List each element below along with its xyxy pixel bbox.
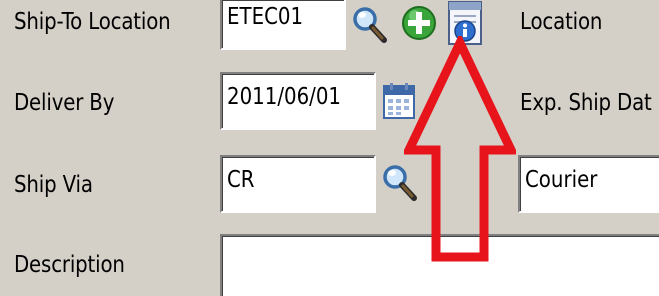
description-label: Description [14, 252, 125, 278]
ship-via-input[interactable]: CR [220, 155, 376, 213]
ship-to-location-input[interactable]: ETEC01 [220, 0, 346, 50]
ship-to-location-label: Ship-To Location [14, 9, 171, 35]
exp-ship-date-label: Exp. Ship Dat [520, 90, 652, 116]
ship-via-label: Ship Via [14, 172, 93, 198]
deliver-by-input[interactable]: 2011/06/01 [220, 72, 376, 130]
deliver-by-value: 2011/06/01 [227, 84, 342, 110]
magnifier-icon[interactable] [350, 4, 390, 46]
annotation-up-arrow [404, 36, 516, 262]
ship-via-description-value: Courier [525, 167, 598, 193]
deliver-by-label: Deliver By [14, 90, 115, 116]
ship-via-description-field[interactable]: Courier [518, 155, 659, 213]
ship-via-value: CR [227, 167, 255, 193]
location-label: Location [520, 9, 603, 35]
ship-to-location-value: ETEC01 [227, 4, 304, 30]
